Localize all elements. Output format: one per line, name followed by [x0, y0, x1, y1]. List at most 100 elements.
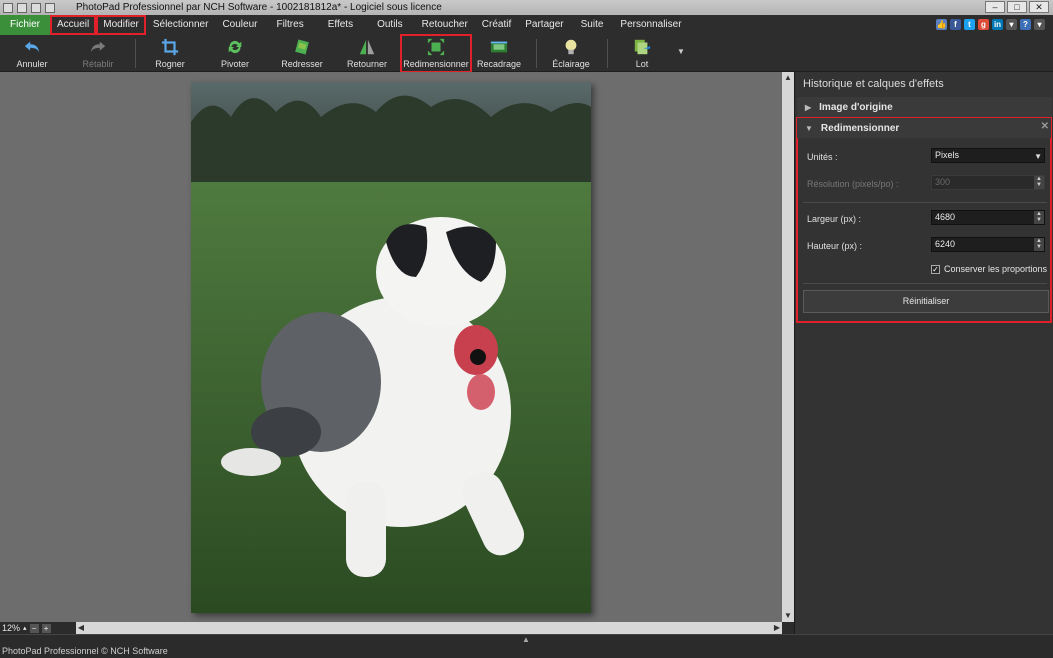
redo-icon [90, 41, 106, 53]
effects-panel: Historique et calques d'effets ▶ Image d… [794, 72, 1053, 634]
keep-ratio-checkbox[interactable]: ✓ [931, 264, 940, 274]
units-value: Pixels [935, 150, 960, 160]
lighting-label: Éclairage [552, 59, 590, 69]
width-input[interactable]: 4680 ▲ ▼ [931, 210, 1045, 225]
close-button[interactable]: ✕ [1029, 1, 1049, 13]
rotate-button[interactable]: Pivoter [215, 35, 255, 72]
undo-icon [24, 41, 40, 53]
image-canvas[interactable] [0, 72, 794, 622]
scroll-right-icon[interactable]: ▶ [772, 622, 782, 634]
zoom-in-button[interactable]: + [41, 623, 51, 633]
title-bar: PhotoPad Professionnel par NCH Software … [0, 0, 1053, 15]
toolbar-more-icon[interactable]: ▼ [677, 47, 685, 56]
menu-suite[interactable]: Suite [571, 15, 614, 35]
facebook-icon[interactable]: f [950, 19, 961, 30]
zoom-level: 12% [2, 623, 21, 633]
height-label: Hauteur (px) : [807, 241, 863, 251]
app-icon[interactable] [3, 2, 13, 13]
lightbulb-icon [565, 39, 577, 55]
linkedin-icon[interactable]: in [992, 19, 1003, 30]
scroll-down-icon[interactable]: ▼ [782, 610, 794, 622]
minimize-button[interactable]: – [985, 1, 1005, 13]
help-icon[interactable]: ? [1020, 19, 1031, 30]
zoom-controls: 12% ▴ − + [0, 622, 76, 634]
recrop-button[interactable]: Recadrage [476, 35, 522, 72]
menu-bar: Fichier Accueil Modifier Sélectionner Co… [0, 15, 1053, 35]
horizontal-scrollbar[interactable]: ◀ ▶ [76, 622, 782, 634]
window-controls: – □ ✕ [985, 1, 1049, 13]
resize-label: Redimensionner [403, 59, 469, 69]
redo-button[interactable]: Rétablir [78, 35, 118, 72]
maximize-button[interactable]: □ [1007, 1, 1027, 13]
menu-accueil[interactable]: Accueil [50, 15, 97, 35]
units-select[interactable]: Pixels ▼ [931, 148, 1045, 163]
menu-fichier[interactable]: Fichier [0, 15, 51, 35]
menu-effets[interactable]: Effets [316, 15, 365, 35]
resolution-input: 300 ▲ ▼ [931, 175, 1045, 190]
menu-retoucher[interactable]: Retoucher [415, 15, 475, 35]
lighting-button[interactable]: Éclairage [551, 35, 591, 72]
height-input[interactable]: 6240 ▲ ▼ [931, 237, 1045, 252]
resize-layer-box: ▼ Redimensionner ✕ Unités : Pixels ▼ Rés… [796, 117, 1052, 323]
straighten-button[interactable]: Redresser [280, 35, 324, 72]
recrop-label: Recadrage [476, 59, 522, 69]
crop-label: Rogner [155, 59, 185, 69]
zoom-out-button[interactable]: − [29, 623, 39, 633]
redo-quick-icon[interactable] [45, 2, 55, 13]
flip-button[interactable]: Retourner [346, 35, 388, 72]
expand-right-icon: ▶ [805, 102, 812, 112]
zoom-dropdown-icon[interactable]: ▴ [23, 624, 27, 632]
vertical-scrollbar[interactable]: ▲ ▼ [782, 72, 794, 622]
toolbar-separator [607, 39, 608, 68]
scroll-up-icon[interactable]: ▲ [782, 72, 794, 84]
like-icon[interactable]: 👍 [936, 19, 947, 30]
layer-original[interactable]: ▶ Image d'origine [797, 97, 1052, 117]
width-value: 4680 [935, 212, 956, 222]
quick-access-toolbar [0, 2, 76, 13]
layer-resize-label: Redimensionner [820, 122, 900, 134]
width-label: Largeur (px) : [807, 214, 862, 224]
recrop-icon [490, 41, 508, 53]
close-icon[interactable]: ✕ [1041, 121, 1049, 132]
batch-label: Lot [635, 59, 649, 69]
chevron-down-icon: ▼ [1034, 152, 1042, 161]
menu-couleur[interactable]: Couleur [215, 15, 264, 35]
undo-label: Annuler [16, 59, 48, 69]
menu-outils[interactable]: Outils [365, 15, 415, 35]
straighten-icon [295, 39, 309, 55]
dropdown-icon[interactable]: ▾ [1006, 19, 1017, 30]
twitter-icon[interactable]: t [964, 19, 975, 30]
menu-partager[interactable]: Partager [518, 15, 570, 35]
flip-label: Retourner [346, 59, 388, 69]
undo-button[interactable]: Annuler [12, 35, 52, 72]
toolbar: Annuler Rétablir Rogner Pivoter Redresse… [0, 34, 1053, 73]
width-stepper[interactable]: ▲ ▼ [1034, 211, 1044, 224]
scroll-left-icon[interactable]: ◀ [76, 622, 86, 634]
panel-title: Historique et calques d'effets [803, 78, 944, 90]
menu-modifier[interactable]: Modifier [96, 15, 146, 35]
straighten-label: Redresser [281, 59, 323, 69]
undo-quick-icon[interactable] [31, 2, 41, 13]
reset-button[interactable]: Réinitialiser [803, 290, 1049, 313]
menu-personnaliser[interactable]: Personnaliser [613, 15, 688, 35]
divider [803, 202, 1047, 203]
googleplus-icon[interactable]: g [978, 19, 989, 30]
panel-splitter[interactable]: ▲ [0, 634, 1053, 644]
status-bar: PhotoPad Professionnel © NCH Software [0, 644, 1053, 658]
keep-ratio-row[interactable]: ✓ Conserver les proportions [931, 264, 1047, 274]
menu-filtres[interactable]: Filtres [264, 15, 315, 35]
menu-selectionner[interactable]: Sélectionner [146, 15, 216, 35]
resize-button[interactable]: Redimensionner [400, 34, 472, 73]
splitter-up-icon[interactable]: ▲ [522, 635, 530, 644]
help-dropdown-icon[interactable]: ▾ [1034, 19, 1045, 30]
layer-resize[interactable]: ▼ Redimensionner ✕ [797, 118, 1051, 138]
crop-icon [161, 38, 179, 56]
menu-creatif[interactable]: Créatif [475, 15, 518, 35]
height-stepper[interactable]: ▲ ▼ [1034, 238, 1044, 251]
batch-button[interactable]: Lot [624, 35, 660, 72]
toolbar-separator [135, 39, 136, 68]
rotate-label: Pivoter [220, 59, 249, 69]
save-icon[interactable] [17, 2, 27, 13]
flip-icon [359, 39, 375, 55]
crop-button[interactable]: Rogner [150, 35, 190, 72]
